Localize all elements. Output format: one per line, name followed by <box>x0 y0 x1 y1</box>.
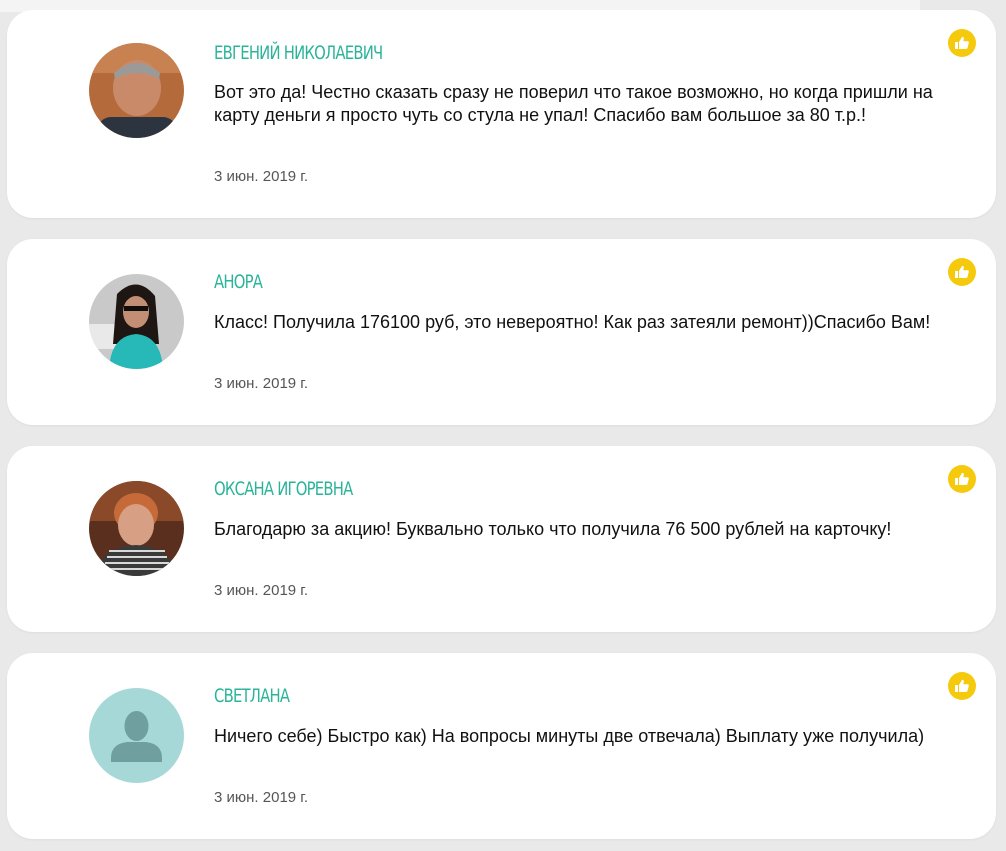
thumbs-up-icon <box>955 679 969 692</box>
review-card: СВЕТЛАНА Ничего себе) Быстро как) На воп… <box>7 653 996 839</box>
review-text: Благодарю за акцию! Буквально только что… <box>214 519 892 539</box>
thumbs-up-icon <box>955 265 969 278</box>
like-button[interactable] <box>948 465 976 493</box>
review-card: ОКСАНА ИГОРЕВНА Благодарю за акцию! Букв… <box>7 446 996 632</box>
like-button[interactable] <box>948 29 976 57</box>
user-silhouette-icon <box>89 688 184 783</box>
thumbs-up-icon <box>955 472 969 485</box>
review-text: Класс! Получила 176100 руб, это невероят… <box>214 312 931 332</box>
avatar <box>89 688 184 783</box>
thumbs-up-icon <box>955 36 969 49</box>
review-date: 3 июн. 2019 г. <box>214 789 309 806</box>
reviewer-name: АНОРА <box>214 271 263 293</box>
review-text: Ничего себе) Быстро как) На вопросы мину… <box>214 726 925 746</box>
reviewer-name: ОКСАНА ИГОРЕВНА <box>214 478 353 500</box>
reviewer-name: ЕВГЕНИЙ НИКОЛАЕВИЧ <box>214 42 383 64</box>
reviewer-name: СВЕТЛАНА <box>214 685 290 707</box>
avatar <box>89 274 184 369</box>
avatar <box>89 481 184 576</box>
like-button[interactable] <box>948 258 976 286</box>
review-text: Вот это да! Честно сказать сразу не пове… <box>214 82 933 125</box>
avatar <box>89 43 184 138</box>
like-button[interactable] <box>948 672 976 700</box>
review-date: 3 июн. 2019 г. <box>214 375 309 392</box>
review-date: 3 июн. 2019 г. <box>214 582 309 599</box>
review-card: АНОРА Класс! Получила 176100 руб, это не… <box>7 239 996 425</box>
review-date: 3 июн. 2019 г. <box>214 168 309 185</box>
review-card: ЕВГЕНИЙ НИКОЛАЕВИЧ Вот это да! Честно ск… <box>7 10 996 218</box>
